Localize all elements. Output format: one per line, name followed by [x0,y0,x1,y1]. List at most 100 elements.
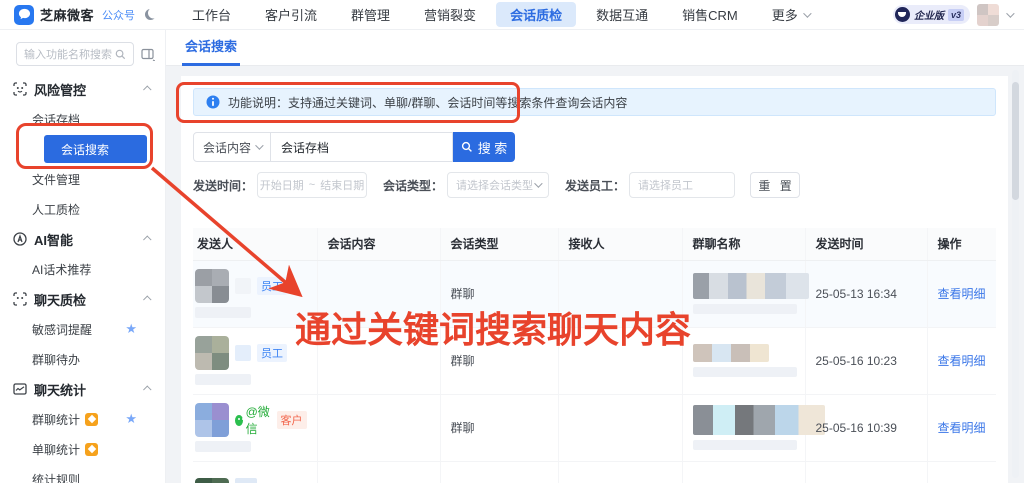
actions-cell [926,461,996,483]
date-end-placeholder: 结束日期 [320,180,365,192]
sidebar-item-stats-rules[interactable]: 统计规则 [0,464,165,483]
nav-item-data-exchange[interactable]: 数据互通 [582,2,662,27]
sidebar-search-input[interactable]: 输入功能名称搜索 [16,42,134,66]
chevron-down-icon [802,8,812,18]
public-account-link[interactable]: 公众号 [102,7,135,23]
sidebar-item-sensitive-words[interactable]: 敏感词提醒 ★ [0,314,165,344]
plan-version-badge: v3 [947,8,964,21]
favorite-star-icon[interactable]: ★ [125,321,137,337]
chevron-up-icon [143,85,152,94]
nav-item-sales-crm[interactable]: 销售CRM [668,2,752,27]
col-group-name: 群聊名称 [681,228,805,261]
nav-item-marketing-fission[interactable]: 营销裂变 [410,2,490,27]
table-row: @微信 客户 群聊 25-05-16 10:39 查看明细 [193,394,996,462]
sidebar-active-row: 会话搜索 [0,134,165,164]
time-cell: 25-05-16 10:23 [804,327,927,395]
collapse-panel-icon[interactable] [141,48,155,61]
brand-name: 芝麻微客 [40,8,95,23]
sidebar: 输入功能名称搜索 风险管控 会话存档 会话搜索 文件管理 人工质检 AI智能 A… [0,30,166,483]
sidebar-group-label: 聊天统计 [34,382,87,398]
top-header: 芝麻微客 公众号 工作台 客户引流 群管理 营销裂变 会话质检 数据互通 销售C… [0,0,1024,30]
search-icon [461,141,472,152]
sidebar-item-group-todo[interactable]: 群聊待办 [0,344,165,374]
table-header-row: 发送人 会话内容 会话类型 接收人 群聊名称 发送时间 操作 [193,228,996,261]
sidebar-group-risk-control[interactable]: 风险管控 [0,74,165,104]
search-field-select[interactable]: 会话内容 [193,132,271,162]
favorite-star-icon[interactable]: ★ [125,411,137,427]
user-menu-chevron-icon[interactable] [1006,8,1015,18]
group-name-cell [681,461,805,483]
blurred-group-name [692,405,825,435]
sidebar-item-label: 群聊待办 [32,352,81,367]
sidebar-item-manual-qc[interactable]: 人工质检 [0,194,165,224]
view-detail-link[interactable]: 查看明细 [938,287,986,301]
sidebar-group-chat-qc[interactable]: 聊天质检 [0,284,165,314]
send-time-label: 发送时间： [193,178,254,193]
blurred-sender-name [235,278,251,294]
content-cell [316,394,440,462]
tab-session-search[interactable]: 会话搜索 [182,30,241,66]
session-type-select[interactable]: 请选择会话类型 [447,172,550,198]
sidebar-item-ai-script[interactable]: AI话术推荐 [0,254,165,284]
col-receiver: 接收人 [557,228,682,261]
type-cell: 群聊 [439,260,558,328]
blurred-subtext [692,367,797,377]
sidebar-group-ai[interactable]: AI智能 [0,224,165,254]
sidebar-group-label: 聊天质检 [34,292,87,308]
wechat-text: @微信 [245,405,270,436]
sidebar-item-session-search[interactable]: 会话搜索 [44,135,147,163]
blurred-subtext [195,441,251,452]
sender-avatar [195,336,229,370]
type-cell: 群聊 [439,394,558,462]
nav-item-group-management[interactable]: 群管理 [337,2,404,27]
sidebar-search-placeholder: 输入功能名称搜索 [24,49,112,61]
sidebar-item-label: 会话搜索 [61,142,110,157]
view-detail-link[interactable]: 查看明细 [938,354,986,368]
blurred-subtext [195,374,251,385]
session-type-label: 会话类型： [383,178,444,193]
nav-item-customer-acquisition[interactable]: 客户引流 [251,2,331,27]
app-window: 芝麻微客 公众号 工作台 客户引流 群管理 营销裂变 会话质检 数据互通 销售C… [0,0,1024,483]
info-banner-text: 功能说明：支持通过关键词、单聊/群聊、会话时间等搜索条件查询会话内容 [228,95,628,110]
sidebar-item-single-stats[interactable]: 单聊统计 [0,434,165,464]
sidebar-item-label: 群聊统计 [32,412,81,427]
plan-badge[interactable]: 企业版 v3 [892,5,970,24]
scrollbar-thumb[interactable] [1012,82,1019,200]
receiver-cell [557,327,682,395]
nav-item-workbench[interactable]: 工作台 [178,2,245,27]
keyword-input[interactable]: 会话存档 [271,132,453,162]
col-type: 会话类型 [439,228,558,261]
time-cell: 25-05-13 16:34 [804,260,927,328]
sender-tag: 员工 [257,344,287,362]
sidebar-group-label: AI智能 [34,232,74,248]
staff-input[interactable]: 请选择员工 [629,172,736,198]
sender-tag: 客户 [276,411,307,429]
dark-mode-icon[interactable] [145,9,156,20]
sidebar-item-file-management[interactable]: 文件管理 [0,164,165,194]
date-range-input[interactable]: 开始日期 ~ 结束日期 [257,172,368,198]
search-field-value: 会话内容 [203,140,252,155]
nav-more-label: 更多 [771,8,798,23]
keyword-search-row: 会话内容 会话存档 搜 索 [193,132,996,162]
view-detail-link[interactable]: 查看明细 [938,421,986,435]
search-button[interactable]: 搜 索 [453,132,515,162]
sidebar-item-label: 会话存档 [32,112,81,127]
content-cell [316,327,440,395]
blurred-group-name [692,273,809,299]
sidebar-item-session-archive[interactable]: 会话存档 [0,104,165,134]
info-banner: 功能说明：支持通过关键词、单聊/群聊、会话时间等搜索条件查询会话内容 [193,88,996,116]
type-cell [439,461,558,483]
wechat-icon [235,414,243,426]
chevron-down-icon [255,141,264,150]
sidebar-group-chat-stats[interactable]: 聊天统计 [0,374,165,404]
brand-area: 芝麻微客 公众号 [0,4,166,25]
reset-button[interactable]: 重 置 [750,172,801,198]
chevron-up-icon [143,385,152,394]
avatar[interactable] [977,3,999,26]
nav-item-more[interactable]: 更多 [758,2,823,27]
header-right: 企业版 v3 [892,3,1024,26]
nav-item-session-qc[interactable]: 会话质检 [496,2,577,27]
sidebar-item-group-stats[interactable]: 群聊统计 ★ [0,404,165,434]
filter-row: 发送时间： 开始日期 ~ 结束日期 会话类型： 请选择会话类型 发送员工： 请选… [193,172,996,198]
col-sender: 发送人 [193,228,317,261]
